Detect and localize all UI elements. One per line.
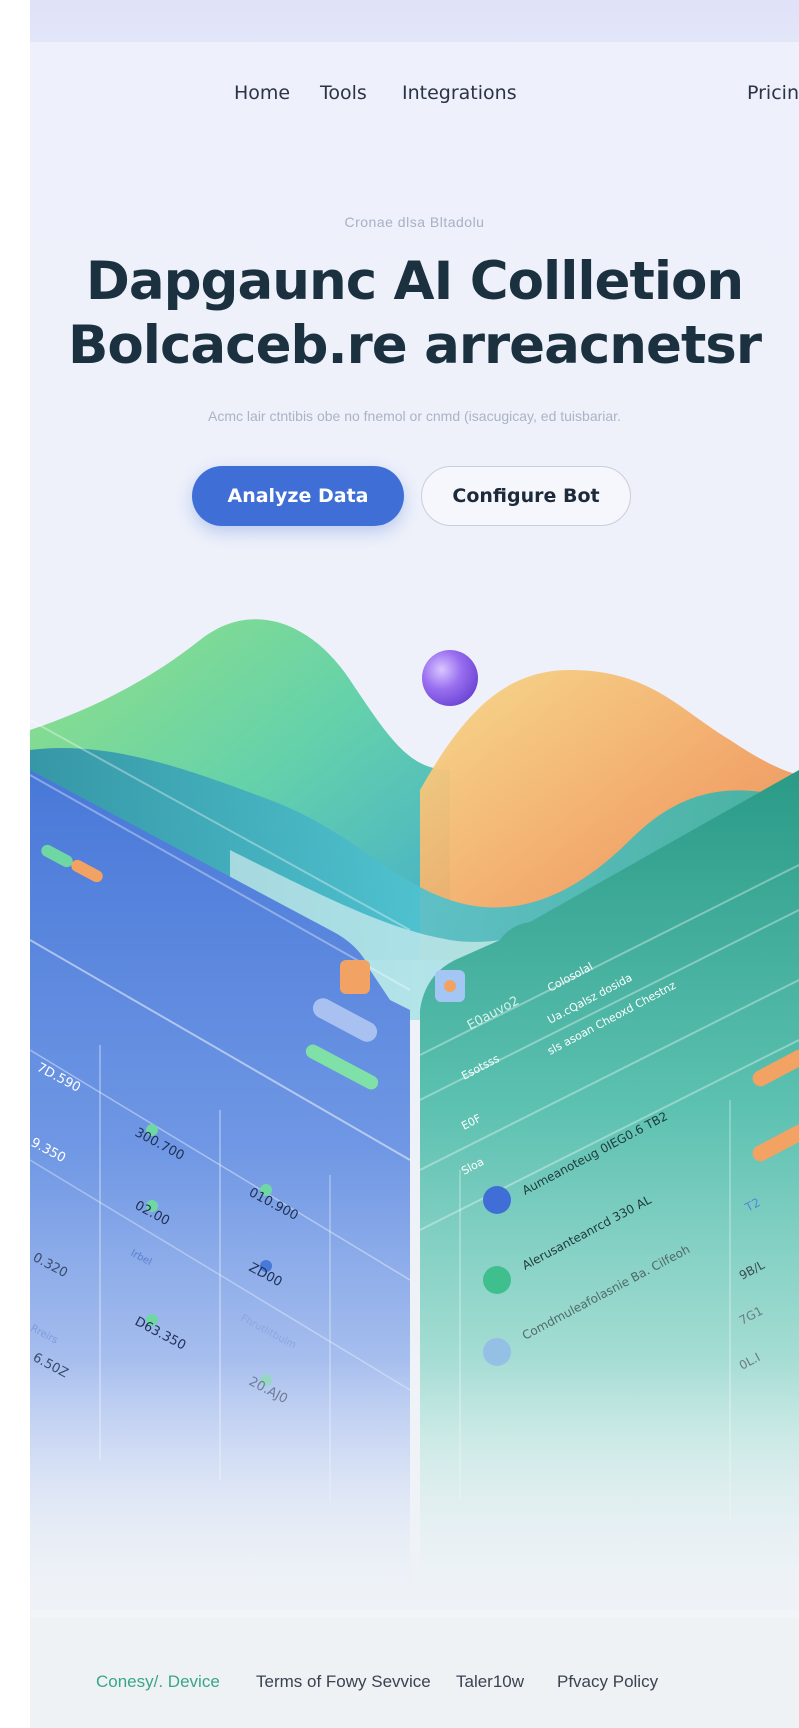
footer-link-1[interactable]: Conesy/. Device	[96, 1672, 220, 1692]
landing-page: Home Tools Integrations Pricin Cronae dl…	[30, 0, 799, 1728]
footer: Conesy/. Device Terms of Fowy Sevvice Ta…	[30, 1618, 799, 1728]
hero-subtitle: Acmc lair ctntibis obe no fnemol or cnmd…	[208, 408, 621, 424]
footer-privacy-link[interactable]: Pfvacy Policy	[557, 1672, 658, 1692]
hero-illustration: 7D.590 9.350 0.320 6.50Z 300.700 02.00 D…	[30, 619, 799, 1610]
nav-integrations-link[interactable]: Integrations	[402, 82, 517, 104]
footer-link-3[interactable]: Taler10w	[456, 1672, 524, 1692]
hero-title: Dapgaunc AI Collletion Bolcaceb.re arrea…	[30, 250, 799, 378]
nav-tools-link[interactable]: Tools	[320, 82, 367, 104]
top-band	[30, 0, 799, 42]
nav-home-link[interactable]: Home	[234, 82, 290, 104]
purple-orb	[422, 650, 478, 706]
hero-title-line-1: Dapgaunc AI Collletion	[85, 251, 744, 312]
analyze-data-button[interactable]: Analyze Data	[192, 466, 404, 526]
nav-pricing-link[interactable]: Pricin	[747, 82, 799, 104]
hero-eyebrow: Cronae dlsa Bltadolu	[344, 214, 485, 230]
configure-bot-button[interactable]: Configure Bot	[421, 466, 631, 526]
top-navigation: Home Tools Integrations Pricin	[30, 82, 799, 110]
hero-title-line-2: Bolcaceb.re arreacnetsr	[68, 315, 762, 376]
footer-terms-link[interactable]: Terms of Fowy Sevvice	[256, 1672, 431, 1692]
